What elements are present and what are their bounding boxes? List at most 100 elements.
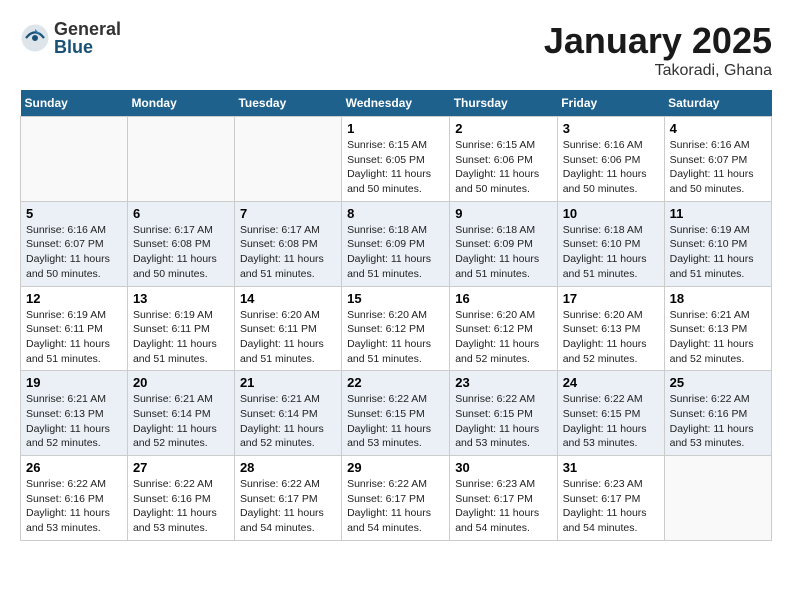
table-row: 20Sunrise: 6:21 AM Sunset: 6:14 PM Dayli…: [127, 371, 234, 456]
table-row: 13 Sunrise: 6:19 AM Sunset: 6:11 PM Dayli…: [127, 286, 234, 371]
month-title: January 2025: [544, 20, 772, 62]
page: General Blue January 2025 Takoradi, Ghan…: [0, 0, 792, 551]
day-number: 10: [563, 206, 659, 221]
calendar-week-row: 26 Sunrise: 6:22 AM Sunset: 6:16 PM Dayli…: [21, 456, 772, 541]
day-number: 9: [455, 206, 551, 221]
day-info: Sunrise: 6:19 AM Sunset: 6:11 PM Dayligh…: [26, 308, 122, 367]
table-row: [127, 117, 234, 202]
table-row: 31 Sunrise: 6:23 AM Sunset: 6:17 PM Dayli…: [557, 456, 664, 541]
table-row: [21, 117, 128, 202]
day-info: Sunrise: 6:15 AM Sunset: 6:06 PM Dayligh…: [455, 138, 551, 197]
day-number: 29: [347, 460, 444, 475]
day-number: 31: [563, 460, 659, 475]
table-row: 15 Sunrise: 6:20 AM Sunset: 6:12 PM Dayli…: [342, 286, 450, 371]
table-row: 9 Sunrise: 6:18 AM Sunset: 6:09 PM Daylig…: [450, 201, 557, 286]
location: Takoradi, Ghana: [544, 62, 772, 80]
table-row: 12 Sunrise: 6:19 AM Sunset: 6:11 PM Dayli…: [21, 286, 128, 371]
logo-blue-text: Blue: [54, 38, 121, 56]
table-row: 8 Sunrise: 6:18 AM Sunset: 6:09 PM Daylig…: [342, 201, 450, 286]
day-info: Sunrise: 6:19 AM Sunset: 6:11 PM Dayligh…: [133, 308, 229, 367]
table-row: 30Sunrise: 6:23 AM Sunset: 6:17 PM Dayli…: [450, 456, 557, 541]
table-row: 7 Sunrise: 6:17 AM Sunset: 6:08 PM Daylig…: [234, 201, 341, 286]
day-number: 27: [133, 460, 229, 475]
day-info: Sunrise: 6:19 AM Sunset: 6:10 PM Dayligh…: [670, 223, 766, 282]
table-row: 16 Sunrise: 6:20 AM Sunset: 6:12 PM Dayli…: [450, 286, 557, 371]
day-info: Sunrise: 6:21 AM Sunset: 6:14 PM Dayligh…: [240, 392, 336, 451]
day-number: 24: [563, 375, 659, 390]
day-info: Sunrise: 6:22 AM Sunset: 6:17 PM Dayligh…: [240, 477, 336, 536]
day-number: 7: [240, 206, 336, 221]
day-info: Sunrise: 6:17 AM Sunset: 6:08 PM Dayligh…: [133, 223, 229, 282]
day-number: 22: [347, 375, 444, 390]
day-number: 8: [347, 206, 444, 221]
day-number: 26: [26, 460, 122, 475]
table-row: 26 Sunrise: 6:22 AM Sunset: 6:16 PM Dayli…: [21, 456, 128, 541]
day-number: 23: [455, 375, 551, 390]
day-number: 19: [26, 375, 122, 390]
table-row: 27 Sunrise: 6:22 AM Sunset: 6:16 PM Dayli…: [127, 456, 234, 541]
table-row: 6 Sunrise: 6:17 AM Sunset: 6:08 PM Daylig…: [127, 201, 234, 286]
day-info: Sunrise: 6:22 AM Sunset: 6:17 PM Dayligh…: [347, 477, 444, 536]
day-info: Sunrise: 6:20 AM Sunset: 6:12 PM Dayligh…: [347, 308, 444, 367]
table-row: 11Sunrise: 6:19 AM Sunset: 6:10 PM Dayli…: [664, 201, 771, 286]
day-number: 16: [455, 291, 551, 306]
day-number: 18: [670, 291, 766, 306]
logo: General Blue: [20, 20, 121, 56]
day-info: Sunrise: 6:18 AM Sunset: 6:10 PM Dayligh…: [563, 223, 659, 282]
table-row: [234, 117, 341, 202]
day-number: 4: [670, 121, 766, 136]
table-row: 17Sunrise: 6:20 AM Sunset: 6:13 PM Dayli…: [557, 286, 664, 371]
logo-general-text: General: [54, 20, 121, 38]
table-row: 24 Sunrise: 6:22 AM Sunset: 6:15 PM Dayli…: [557, 371, 664, 456]
table-row: [664, 456, 771, 541]
day-info: Sunrise: 6:22 AM Sunset: 6:15 PM Dayligh…: [347, 392, 444, 451]
table-row: 4Sunrise: 6:16 AM Sunset: 6:07 PM Daylig…: [664, 117, 771, 202]
day-number: 3: [563, 121, 659, 136]
table-row: 28 Sunrise: 6:22 AM Sunset: 6:17 PM Dayli…: [234, 456, 341, 541]
day-info: Sunrise: 6:23 AM Sunset: 6:17 PM Dayligh…: [455, 477, 551, 536]
day-info: Sunrise: 6:23 AM Sunset: 6:17 PM Dayligh…: [563, 477, 659, 536]
day-number: 14: [240, 291, 336, 306]
day-info: Sunrise: 6:20 AM Sunset: 6:13 PM Dayligh…: [563, 308, 659, 367]
header-wednesday: Wednesday: [342, 90, 450, 117]
day-info: Sunrise: 6:16 AM Sunset: 6:07 PM Dayligh…: [26, 223, 122, 282]
logo-icon: [20, 23, 50, 53]
day-info: Sunrise: 6:20 AM Sunset: 6:12 PM Dayligh…: [455, 308, 551, 367]
table-row: 14 Sunrise: 6:20 AM Sunset: 6:11 PM Dayli…: [234, 286, 341, 371]
table-row: 25 Sunrise: 6:22 AM Sunset: 6:16 PM Dayli…: [664, 371, 771, 456]
day-number: 15: [347, 291, 444, 306]
calendar-week-row: 1Sunrise: 6:15 AM Sunset: 6:05 PM Daylig…: [21, 117, 772, 202]
day-info: Sunrise: 6:20 AM Sunset: 6:11 PM Dayligh…: [240, 308, 336, 367]
day-number: 25: [670, 375, 766, 390]
day-info: Sunrise: 6:17 AM Sunset: 6:08 PM Dayligh…: [240, 223, 336, 282]
table-row: 10 Sunrise: 6:18 AM Sunset: 6:10 PM Dayli…: [557, 201, 664, 286]
header-saturday: Saturday: [664, 90, 771, 117]
title-block: January 2025 Takoradi, Ghana: [544, 20, 772, 80]
day-info: Sunrise: 6:22 AM Sunset: 6:15 PM Dayligh…: [455, 392, 551, 451]
day-info: Sunrise: 6:16 AM Sunset: 6:06 PM Dayligh…: [563, 138, 659, 197]
day-info: Sunrise: 6:22 AM Sunset: 6:16 PM Dayligh…: [26, 477, 122, 536]
header: General Blue January 2025 Takoradi, Ghan…: [20, 20, 772, 80]
day-info: Sunrise: 6:21 AM Sunset: 6:14 PM Dayligh…: [133, 392, 229, 451]
table-row: 1Sunrise: 6:15 AM Sunset: 6:05 PM Daylig…: [342, 117, 450, 202]
day-info: Sunrise: 6:22 AM Sunset: 6:16 PM Dayligh…: [670, 392, 766, 451]
day-info: Sunrise: 6:18 AM Sunset: 6:09 PM Dayligh…: [347, 223, 444, 282]
table-row: 21Sunrise: 6:21 AM Sunset: 6:14 PM Dayli…: [234, 371, 341, 456]
day-info: Sunrise: 6:22 AM Sunset: 6:15 PM Dayligh…: [563, 392, 659, 451]
calendar-header-row: Sunday Monday Tuesday Wednesday Thursday…: [21, 90, 772, 117]
calendar-week-row: 5 Sunrise: 6:16 AM Sunset: 6:07 PM Daylig…: [21, 201, 772, 286]
header-tuesday: Tuesday: [234, 90, 341, 117]
day-number: 28: [240, 460, 336, 475]
day-info: Sunrise: 6:22 AM Sunset: 6:16 PM Dayligh…: [133, 477, 229, 536]
day-number: 6: [133, 206, 229, 221]
header-thursday: Thursday: [450, 90, 557, 117]
table-row: 5 Sunrise: 6:16 AM Sunset: 6:07 PM Daylig…: [21, 201, 128, 286]
day-number: 5: [26, 206, 122, 221]
day-number: 1: [347, 121, 444, 136]
day-info: Sunrise: 6:21 AM Sunset: 6:13 PM Dayligh…: [670, 308, 766, 367]
table-row: 3 Sunrise: 6:16 AM Sunset: 6:06 PM Daylig…: [557, 117, 664, 202]
day-number: 13: [133, 291, 229, 306]
day-info: Sunrise: 6:18 AM Sunset: 6:09 PM Dayligh…: [455, 223, 551, 282]
header-monday: Monday: [127, 90, 234, 117]
day-number: 12: [26, 291, 122, 306]
